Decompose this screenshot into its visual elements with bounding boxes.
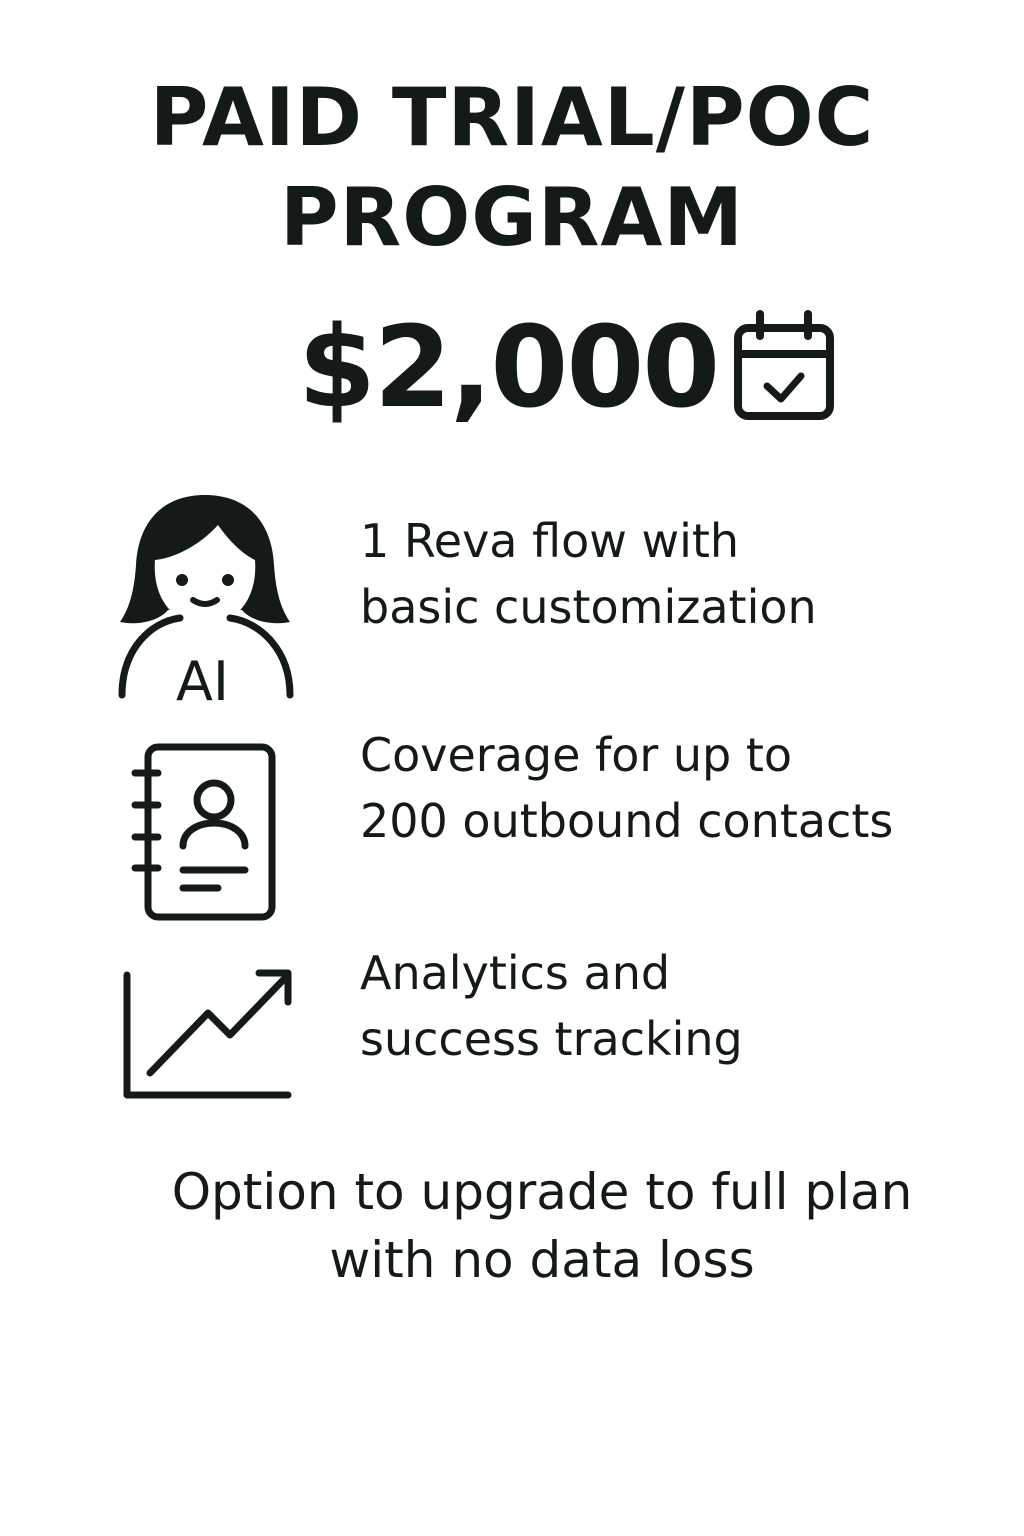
trend-chart-icon [123,969,292,1099]
footer-line1: Option to upgrade to full plan [171,1163,913,1221]
footer-line2: with no data loss [329,1231,755,1289]
feature-3-line2: success tracking [360,1012,743,1066]
feature-3-line1: Analytics and [360,946,671,1000]
